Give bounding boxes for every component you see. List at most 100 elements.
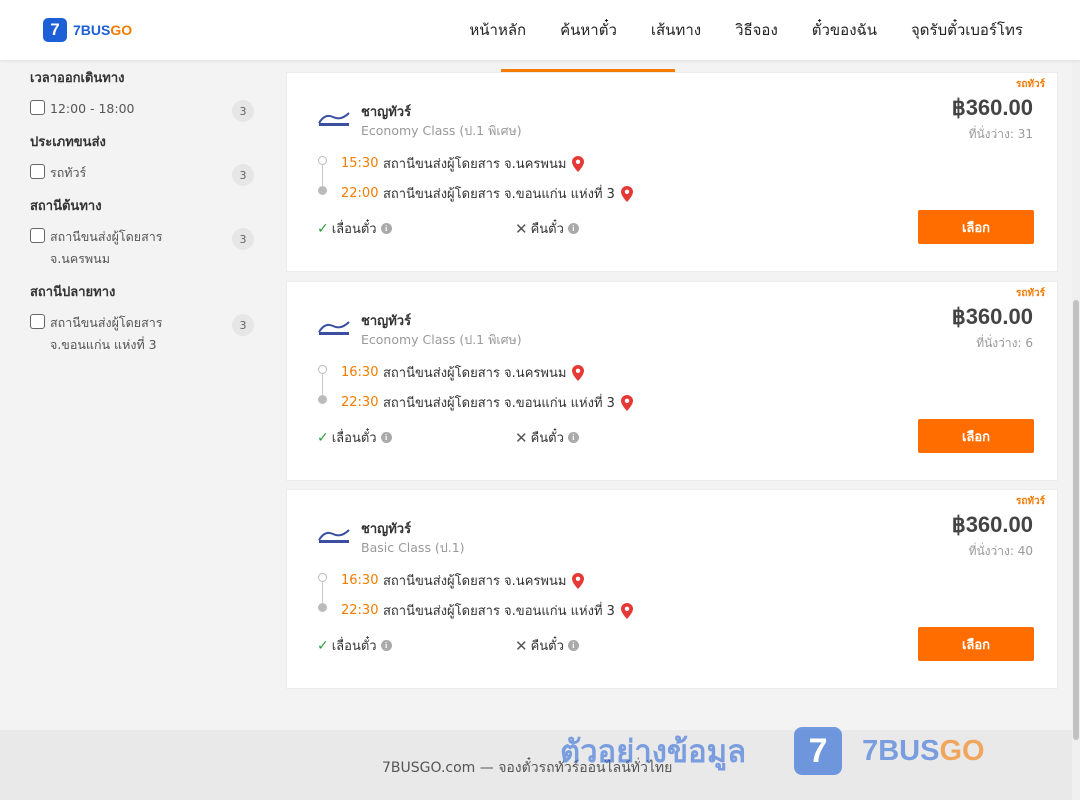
- seats-available: ที่นั่งว่าง: 6: [976, 336, 1033, 350]
- arrival-time: 22:00: [341, 186, 379, 201]
- filter-checkbox[interactable]: [30, 164, 45, 179]
- refund-policy: ✕ คืนตั๋ว i: [515, 427, 579, 448]
- map-pin-icon[interactable]: [620, 394, 633, 411]
- info-icon[interactable]: i: [567, 640, 579, 651]
- info-icon[interactable]: i: [567, 432, 579, 443]
- filter-option[interactable]: 12:00 - 18:00 3: [30, 98, 256, 122]
- filter-title: เวลาออกเดินทาง: [30, 71, 125, 86]
- page-scrollbar[interactable]: [1072, 60, 1080, 800]
- reschedule-policy: ✓ เลื่อนตั๋ว i: [317, 218, 392, 239]
- select-button[interactable]: เลือก: [918, 419, 1034, 453]
- nav-routes[interactable]: เส้นทาง: [651, 18, 701, 42]
- count-badge: 3: [232, 164, 254, 186]
- seats-available: ที่นั่งว่าง: 31: [968, 127, 1033, 141]
- trip-card: รถทัวร์ ชาญทัวร์ Economy Class (ป.1 พิเศ…: [286, 72, 1058, 272]
- info-icon[interactable]: i: [380, 432, 392, 443]
- filter-option-label: สถานีขนส่งผู้โดยสาร จ.ขอนแก่น แห่งที่ 3: [50, 315, 163, 352]
- check-icon: ✓: [317, 637, 329, 654]
- check-icon: ✓: [317, 429, 329, 446]
- bus-class: Basic Class (ป.1): [361, 540, 465, 555]
- refund-label: คืนตั๋ว: [530, 639, 564, 654]
- map-pin-icon[interactable]: [620, 185, 633, 202]
- filter-title: สถานีปลายทาง: [30, 285, 116, 300]
- reschedule-policy: ✓ เลื่อนตั๋ว i: [317, 427, 392, 448]
- operator-logo-icon: [318, 112, 350, 126]
- nav-how-to-book[interactable]: วิธีจอง: [735, 18, 778, 42]
- select-button[interactable]: เลือก: [918, 627, 1034, 661]
- arrival-stop: 22:30 สถานีขนส่งผู้โดยสาร จ.ขอนแก่น แห่ง…: [341, 392, 633, 413]
- departure-station: สถานีขนส่งผู้โดยสาร จ.นครพนม: [383, 366, 567, 381]
- departure-dot-icon: [318, 156, 327, 165]
- map-pin-icon[interactable]: [572, 572, 585, 589]
- refund-label: คืนตั๋ว: [530, 222, 564, 237]
- filter-departure-time: เวลาออกเดินทาง 12:00 - 18:00 3: [30, 68, 256, 122]
- ticket-price: ฿360.00: [951, 95, 1033, 120]
- cross-icon: ✕: [515, 219, 528, 238]
- top-header: 7 7BUSGO หน้าหลัก ค้นหาตั๋ว เส้นทาง วิธี…: [0, 0, 1080, 60]
- departure-stop: 16:30 สถานีขนส่งผู้โดยสาร จ.นครพนม: [341, 362, 585, 383]
- bus-class: Economy Class (ป.1 พิเศษ): [361, 332, 522, 347]
- filter-option[interactable]: รถทัวร์ 3: [30, 162, 256, 186]
- departure-stop: 16:30 สถานีขนส่งผู้โดยสาร จ.นครพนม: [341, 570, 585, 591]
- filter-option-label: รถทัวร์: [50, 165, 87, 180]
- filter-destination-station: สถานีปลายทาง สถานีขนส่งผู้โดยสาร จ.ขอนแก…: [30, 282, 256, 356]
- operator-logo-icon: [318, 529, 350, 543]
- filter-option-label: 12:00 - 18:00: [50, 101, 135, 116]
- arrival-stop: 22:00 สถานีขนส่งผู้โดยสาร จ.ขอนแก่น แห่ง…: [341, 183, 633, 204]
- operator-name: ชาญทัวร์: [361, 522, 412, 537]
- filter-checkbox[interactable]: [30, 314, 45, 329]
- transport-type-ribbon: รถทัวร์: [1015, 496, 1045, 507]
- filter-option[interactable]: สถานีขนส่งผู้โดยสาร จ.ขอนแก่น แห่งที่ 3 …: [30, 312, 256, 356]
- reschedule-label: เลื่อนตั๋ว: [331, 639, 377, 654]
- arrival-time: 22:30: [341, 395, 379, 410]
- departure-station: สถานีขนส่งผู้โดยสาร จ.นครพนม: [383, 574, 567, 589]
- map-pin-icon[interactable]: [620, 602, 633, 619]
- cross-icon: ✕: [515, 428, 528, 447]
- departure-time: 16:30: [341, 573, 379, 588]
- arrival-time: 22:30: [341, 603, 379, 618]
- reschedule-label: เลื่อนตั๋ว: [331, 222, 377, 237]
- filter-option-label: สถานีขนส่งผู้โดยสาร จ.นครพนม: [50, 229, 163, 266]
- transport-type-ribbon: รถทัวร์: [1015, 288, 1045, 299]
- bus-class: Economy Class (ป.1 พิเศษ): [361, 123, 522, 138]
- departure-dot-icon: [318, 573, 327, 582]
- nav-ticket-pickup[interactable]: จุดรับตั๋วเบอร์โทร: [911, 18, 1023, 42]
- info-icon[interactable]: i: [380, 640, 392, 651]
- info-icon[interactable]: i: [567, 223, 579, 234]
- site-logo[interactable]: 7 7BUSGO: [43, 18, 132, 42]
- trip-card: รถทัวร์ ชาญทัวร์ Basic Class (ป.1) ฿360.…: [286, 489, 1058, 689]
- arrival-station: สถานีขนส่งผู้โดยสาร จ.ขอนแก่น แห่งที่ 3: [383, 187, 615, 202]
- page-footer: 7BUSGO.com — จองตั๋วรถทัวร์ออนไลน์ทั่วไท…: [0, 730, 1080, 800]
- operator-logo-icon: [318, 321, 350, 335]
- operator-name: ชาญทัวร์: [361, 105, 412, 120]
- ticket-price: ฿360.00: [951, 304, 1033, 329]
- filter-checkbox[interactable]: [30, 228, 45, 243]
- refund-label: คืนตั๋ว: [530, 431, 564, 446]
- arrival-station: สถานีขนส่งผู้โดยสาร จ.ขอนแก่น แห่งที่ 3: [383, 604, 615, 619]
- footer-text: 7BUSGO.com — จองตั๋วรถทัวร์ออนไลน์ทั่วไท…: [382, 760, 673, 776]
- ticket-price: ฿360.00: [951, 512, 1033, 537]
- logo-text: 7BUSGO: [73, 22, 133, 38]
- transport-type-ribbon: รถทัวร์: [1015, 79, 1045, 90]
- refund-policy: ✕ คืนตั๋ว i: [515, 635, 579, 656]
- reschedule-policy: ✓ เลื่อนตั๋ว i: [317, 635, 392, 656]
- filter-title: สถานีต้นทาง: [30, 199, 102, 214]
- nav-home[interactable]: หน้าหลัก: [469, 18, 526, 42]
- seats-available: ที่นั่งว่าง: 40: [968, 544, 1033, 558]
- nav-my-tickets[interactable]: ตั๋วของฉัน: [812, 18, 877, 42]
- filter-title: ประเภทขนส่ง: [30, 135, 106, 150]
- nav-search-ticket[interactable]: ค้นหาตั๋ว: [560, 18, 617, 42]
- map-pin-icon[interactable]: [572, 364, 585, 381]
- map-pin-icon[interactable]: [572, 155, 585, 172]
- check-icon: ✓: [317, 220, 329, 237]
- departure-dot-icon: [318, 365, 327, 374]
- logo-mark: 7: [43, 18, 67, 42]
- select-button[interactable]: เลือก: [918, 210, 1034, 244]
- scrollbar-thumb[interactable]: [1073, 300, 1079, 740]
- filter-checkbox[interactable]: [30, 100, 45, 115]
- main-nav: หน้าหลัก ค้นหาตั๋ว เส้นทาง วิธีจอง ตั๋วข…: [469, 0, 1023, 60]
- info-icon[interactable]: i: [380, 223, 392, 234]
- count-badge: 3: [232, 314, 254, 336]
- refund-policy: ✕ คืนตั๋ว i: [515, 218, 579, 239]
- filter-option[interactable]: สถานีขนส่งผู้โดยสาร จ.นครพนม 3: [30, 226, 256, 270]
